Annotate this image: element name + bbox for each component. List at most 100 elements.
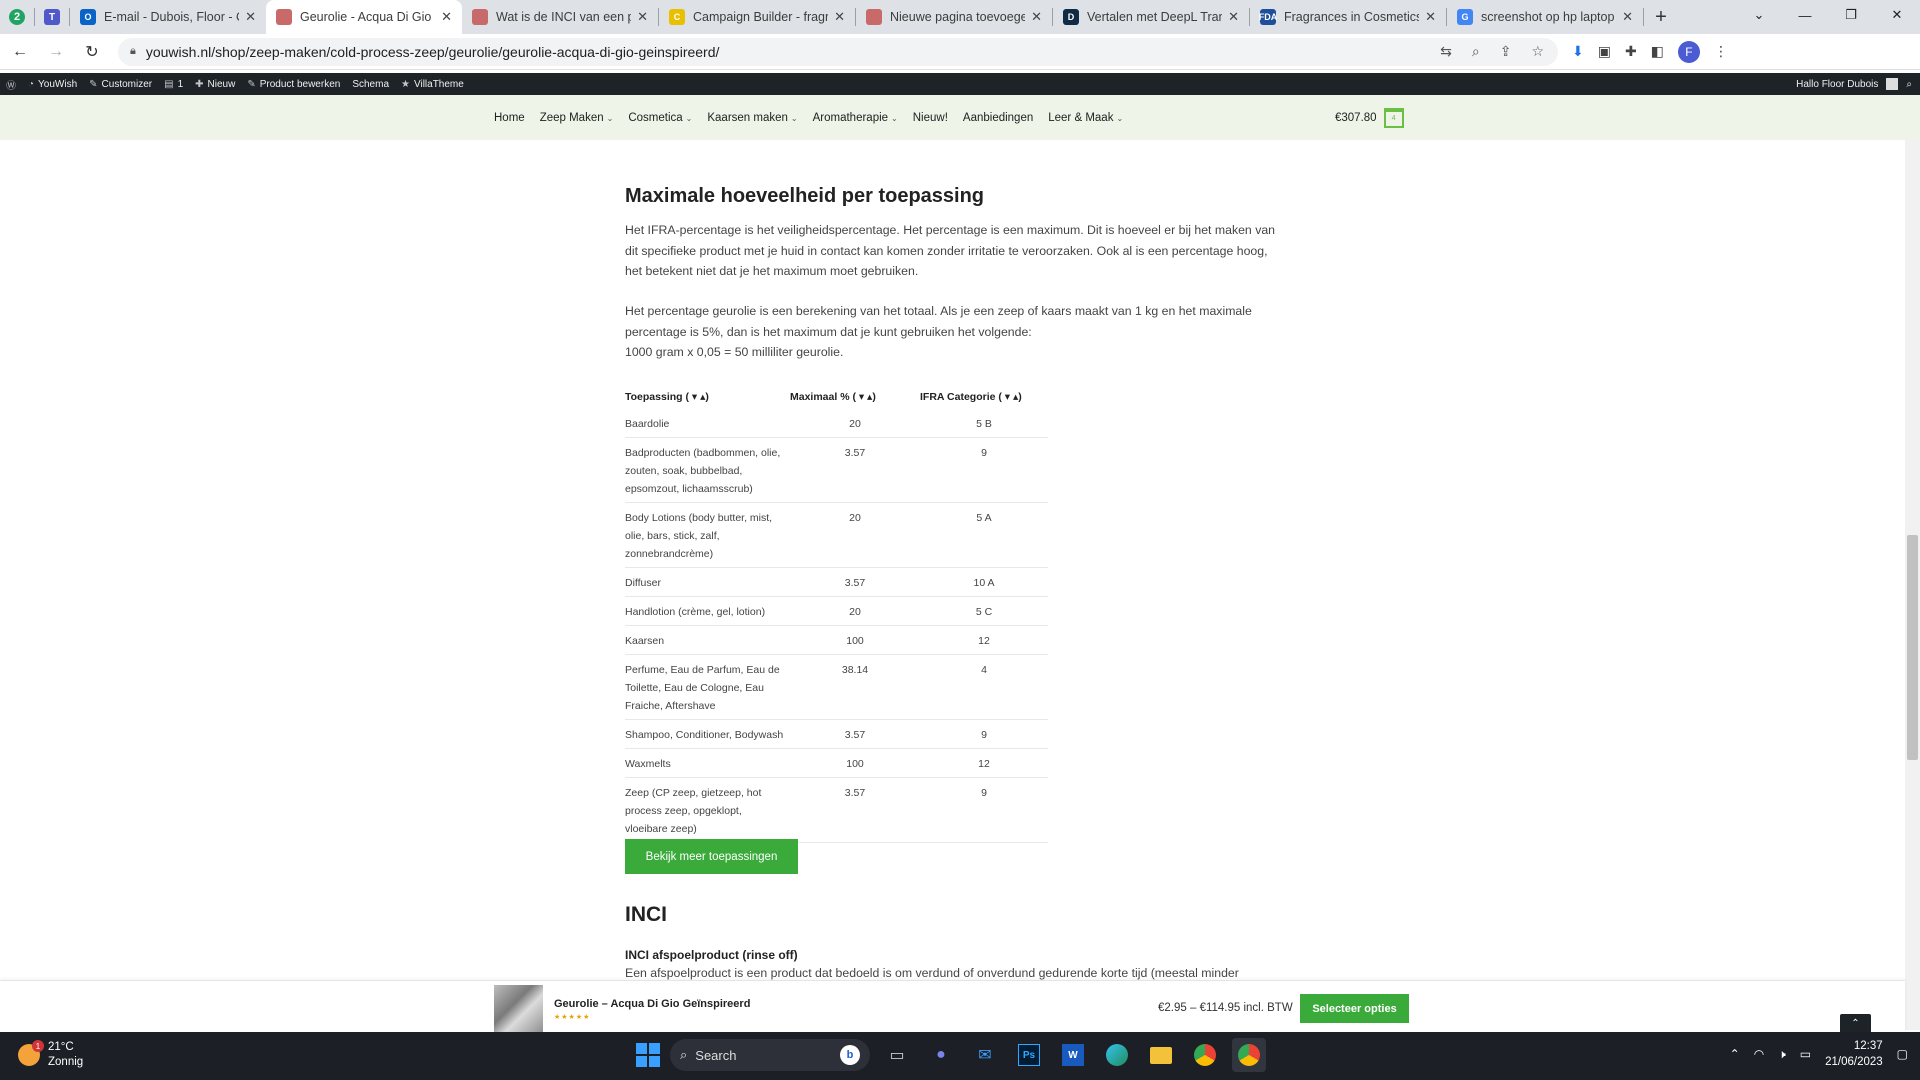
reload-button[interactable]: ↻ [76, 38, 108, 66]
comment-icon: ▤ [164, 78, 174, 90]
pencil-icon: ✎ [247, 78, 256, 90]
close-tab-icon[interactable]: ✕ [834, 9, 845, 25]
sort-toepassing[interactable]: Toepassing ( ▾ ▴) [625, 391, 790, 403]
close-tab-icon[interactable]: ✕ [245, 9, 256, 25]
download-icon[interactable]: ⬇ [1572, 43, 1584, 60]
new-tab-button[interactable]: + [1644, 0, 1678, 34]
screenshot-extension-icon[interactable]: ▣ [1598, 43, 1611, 60]
scroll-to-top-button[interactable]: ⌃ [1840, 1014, 1871, 1032]
nav-item[interactable]: Home [494, 112, 525, 124]
battery-icon[interactable]: ▭ [1800, 1047, 1811, 1061]
sort-ifra-categorie[interactable]: IFRA Categorie ( ▾ ▴) [920, 391, 1048, 403]
admin-avatar[interactable] [1886, 78, 1899, 90]
system-clock[interactable]: 12:37 21/06/2023 [1825, 1038, 1883, 1070]
table-cell: Shampoo, Conditioner, Bodywash [625, 729, 784, 741]
admin-greeting[interactable]: Hallo Floor Dubois [1796, 79, 1878, 90]
extensions-puzzle-icon[interactable]: ✚ [1625, 43, 1637, 60]
minimize-button[interactable]: — [1782, 0, 1828, 30]
scrollbar-thumb[interactable] [1907, 535, 1918, 760]
close-tab-icon[interactable]: ✕ [637, 9, 648, 25]
nav-item[interactable]: Kaarsen maken ⌄ [707, 112, 797, 124]
browser-tab[interactable]: D Vertalen met DeepL Translate ✕ [1053, 0, 1249, 34]
more-applications-button[interactable]: Bekijk meer toepassingen [625, 839, 798, 874]
word-icon[interactable]: W [1056, 1038, 1090, 1072]
header-cart[interactable]: €307.80 4 [1335, 95, 1404, 140]
address-bar[interactable]: 🔒︎ youwish.nl/shop/zeep-maken/cold-proce… [118, 37, 1558, 66]
table-row: Handlotion (crème, gel, lotion) 20 5 C [625, 597, 1048, 626]
volume-muted-icon[interactable]: 🕨︎ [1778, 1047, 1786, 1062]
nav-item[interactable]: Nieuw! [913, 112, 948, 124]
url-text: youwish.nl/shop/zeep-maken/cold-process-… [145, 43, 720, 60]
clock-date: 21/06/2023 [1825, 1056, 1883, 1068]
browser-tab[interactable]: FDA Fragrances in Cosmetics ✕ [1250, 0, 1446, 34]
nav-item[interactable]: Zeep Maken ⌄ [540, 112, 614, 124]
teams-chat-icon[interactable]: ● [924, 1038, 958, 1072]
rating-stars: ★★★★★ [554, 1014, 591, 1021]
close-tab-icon[interactable]: ✕ [1425, 9, 1436, 25]
nav-item[interactable]: Cosmetica ⌄ [628, 112, 692, 124]
nav-item[interactable]: Leer & Maak ⌄ [1048, 112, 1123, 124]
nav-item[interactable]: Aanbiedingen [963, 112, 1033, 124]
wordpress-logo-icon[interactable]: Ⓦ [0, 77, 22, 92]
pinned-tab-whatsapp[interactable]: 2 [0, 0, 34, 34]
close-tab-icon[interactable]: ✕ [441, 9, 452, 25]
lock-icon[interactable]: 🔒︎ [130, 45, 136, 58]
tab-search-icon[interactable]: ⌄ [1736, 0, 1782, 30]
nav-item[interactable]: Aromatherapie ⌄ [813, 112, 898, 124]
select-options-button[interactable]: Selecteer opties [1300, 994, 1409, 1023]
profile-avatar[interactable]: F [1677, 40, 1700, 63]
admin-schema-link[interactable]: Schema [346, 79, 395, 90]
chevron-down-icon: ⌄ [790, 113, 798, 123]
forward-button[interactable]: → [40, 38, 72, 66]
bookmark-star-icon[interactable]: ☆ [1531, 43, 1544, 60]
browser-menu-icon[interactable]: ⋮ [1714, 43, 1728, 60]
notifications-icon[interactable]: ▢ [1897, 1047, 1908, 1061]
temperature: 21°C [48, 1041, 74, 1053]
sort-maximaal[interactable]: Maximaal % ( ▾ ▴) [790, 391, 920, 403]
share-icon[interactable]: ⇪ [1500, 43, 1512, 60]
table-cell: 38.14 [841, 664, 869, 676]
zoom-icon[interactable]: ⌕ [1472, 43, 1480, 60]
close-tab-icon[interactable]: ✕ [1622, 9, 1633, 25]
weather-condition: Zonnig [48, 1056, 84, 1068]
nav-item-label: Nieuw! [912, 111, 948, 124]
taskbar-search[interactable]: ⌕ Search b [670, 1039, 870, 1071]
translate-icon[interactable]: ⇆ [1440, 43, 1452, 60]
close-tab-icon[interactable]: ✕ [1031, 9, 1042, 25]
table-cell: Diffuser [625, 577, 661, 589]
mail-icon[interactable]: ✉ [968, 1038, 1002, 1072]
task-view-icon[interactable]: ▭ [880, 1038, 914, 1072]
chrome-profile-icon[interactable] [1232, 1038, 1266, 1072]
admin-site-link[interactable]: ◔ YouWish [22, 79, 83, 90]
close-tab-icon[interactable]: ✕ [1228, 9, 1239, 25]
admin-new-link[interactable]: ✚ Nieuw [189, 79, 241, 90]
weather-widget[interactable]: 1 21°C Zonnig [18, 1040, 83, 1070]
browser-tab[interactable]: Gscreenshot op hp laptop ✕ [1447, 0, 1643, 34]
edge-icon[interactable] [1100, 1038, 1134, 1072]
inci-paragraph: Een afspoelproduct is een product dat be… [625, 966, 1239, 980]
back-button[interactable]: ← [4, 38, 36, 66]
browser-tab[interactable]: Wat is de INCI van een product ✕ [462, 0, 658, 34]
search-icon: ⌕ [680, 1047, 688, 1062]
restore-button[interactable]: ❐ [1828, 0, 1874, 30]
browser-tab[interactable]: Geurolie - Acqua Di Gio Geïnspireerd ✕ [266, 0, 462, 34]
side-panel-icon[interactable]: ◧ [1651, 43, 1664, 60]
admin-search-icon[interactable]: ⌕ [1906, 79, 1912, 90]
admin-comments-link[interactable]: ▤ 1 [158, 79, 189, 90]
browser-tab[interactable]: O E-mail - Dubois, Floor - Outlook ✕ [70, 0, 266, 34]
browser-tab[interactable]: C Campaign Builder - fragrance ✕ [659, 0, 855, 34]
start-button[interactable] [636, 1043, 660, 1067]
admin-villatheme-link[interactable]: ★ VillaTheme [395, 79, 470, 90]
wifi-icon[interactable]: ◠ [1754, 1047, 1764, 1061]
close-window-button[interactable]: ✕ [1874, 0, 1920, 30]
table-cell: 20 [849, 418, 861, 430]
browser-tab[interactable]: Nieuwe pagina toevoegen ✕ [856, 0, 1052, 34]
brush-icon: ✎ [89, 78, 98, 90]
admin-customizer-link[interactable]: ✎ Customizer [83, 79, 158, 90]
pinned-tab-teams[interactable]: T [35, 0, 69, 34]
show-hidden-icons-icon[interactable]: ⌃ [1730, 1047, 1740, 1061]
file-explorer-icon[interactable] [1144, 1038, 1178, 1072]
admin-edit-product-link[interactable]: ✎ Product bewerken [241, 79, 346, 90]
photoshop-icon[interactable]: Ps [1012, 1038, 1046, 1072]
chrome-icon[interactable] [1188, 1038, 1222, 1072]
